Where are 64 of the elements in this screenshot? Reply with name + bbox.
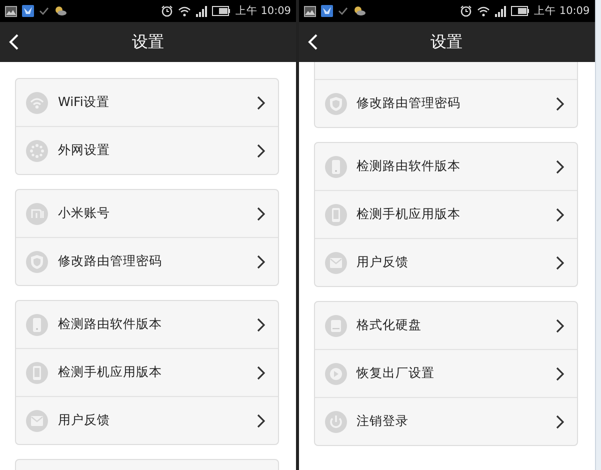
back-icon[interactable] bbox=[308, 34, 318, 50]
envelope-icon bbox=[26, 410, 48, 432]
settings-item[interactable]: 用户反馈 bbox=[16, 396, 278, 444]
chevron-icon bbox=[257, 254, 265, 268]
chevron-icon bbox=[257, 144, 265, 158]
chevron-icon bbox=[556, 160, 564, 174]
wifi-icon bbox=[26, 92, 48, 114]
chevron-icon bbox=[556, 414, 564, 428]
cloud-icon bbox=[352, 6, 366, 16]
page-title: 设置 bbox=[430, 32, 463, 52]
app-icon bbox=[320, 5, 333, 17]
battery-icon bbox=[511, 6, 530, 16]
chevron-icon bbox=[257, 318, 265, 332]
power-icon bbox=[324, 410, 347, 432]
shield-icon bbox=[324, 92, 347, 114]
chevron-icon bbox=[257, 366, 265, 380]
settings-item[interactable]: 恢复出厂设置 bbox=[314, 349, 577, 397]
alarm-icon bbox=[460, 5, 472, 17]
chevron-icon bbox=[556, 366, 564, 380]
chevron-icon bbox=[556, 208, 564, 222]
status-time: 上午 10:09 bbox=[534, 4, 590, 18]
chevron-icon bbox=[556, 318, 564, 332]
chevron-icon bbox=[556, 96, 564, 110]
chevron-icon bbox=[257, 96, 265, 110]
image-icon bbox=[5, 6, 17, 16]
settings-item[interactable]: 检测路由软件版本 bbox=[314, 143, 577, 190]
phone-icon bbox=[324, 204, 347, 226]
wifi-signal-icon bbox=[178, 6, 192, 16]
alarm-icon bbox=[161, 5, 174, 17]
battery-icon bbox=[212, 6, 230, 16]
settings-item[interactable]: 注销登录 bbox=[314, 397, 577, 445]
settings-item[interactable]: 修改路由管理密码 bbox=[16, 237, 278, 285]
app-icon bbox=[22, 5, 34, 17]
disk-icon bbox=[324, 314, 347, 336]
signal-icon bbox=[196, 6, 208, 16]
chevron-icon bbox=[556, 256, 564, 270]
dotted-circle-icon bbox=[26, 140, 48, 162]
status-time: 上午 10:09 bbox=[235, 4, 291, 18]
phone-icon bbox=[26, 362, 48, 384]
settings-item[interactable]: 检测手机应用版本 bbox=[314, 190, 577, 238]
shield-icon bbox=[26, 250, 48, 272]
settings-item[interactable]: 用户反馈 bbox=[314, 238, 577, 286]
settings-item[interactable]: 格式化硬盘 bbox=[314, 302, 577, 349]
settings-item[interactable]: WiFi设置 bbox=[16, 79, 278, 126]
settings-item[interactable]: 外网设置 bbox=[16, 126, 278, 174]
settings-item[interactable]: 检测手机应用版本 bbox=[16, 348, 278, 396]
check-icon bbox=[338, 6, 348, 16]
cloud-icon bbox=[54, 6, 67, 16]
settings-item[interactable]: 修改路由管理密码 bbox=[314, 79, 577, 127]
signal-icon bbox=[495, 6, 506, 16]
settings-item[interactable]: 小米账号 bbox=[16, 190, 278, 237]
check-icon bbox=[39, 6, 49, 16]
device-icon bbox=[26, 314, 48, 336]
envelope-icon bbox=[324, 252, 347, 274]
image-icon bbox=[304, 6, 316, 16]
chevron-icon bbox=[257, 206, 265, 220]
mi-logo-icon bbox=[26, 202, 48, 224]
back-icon[interactable] bbox=[9, 34, 19, 50]
restore-icon bbox=[324, 362, 347, 384]
page-title: 设置 bbox=[132, 32, 164, 52]
device-icon bbox=[324, 156, 347, 178]
settings-item[interactable]: 检测路由软件版本 bbox=[16, 301, 278, 348]
wifi-signal-icon bbox=[477, 6, 490, 16]
chevron-icon bbox=[257, 414, 265, 428]
